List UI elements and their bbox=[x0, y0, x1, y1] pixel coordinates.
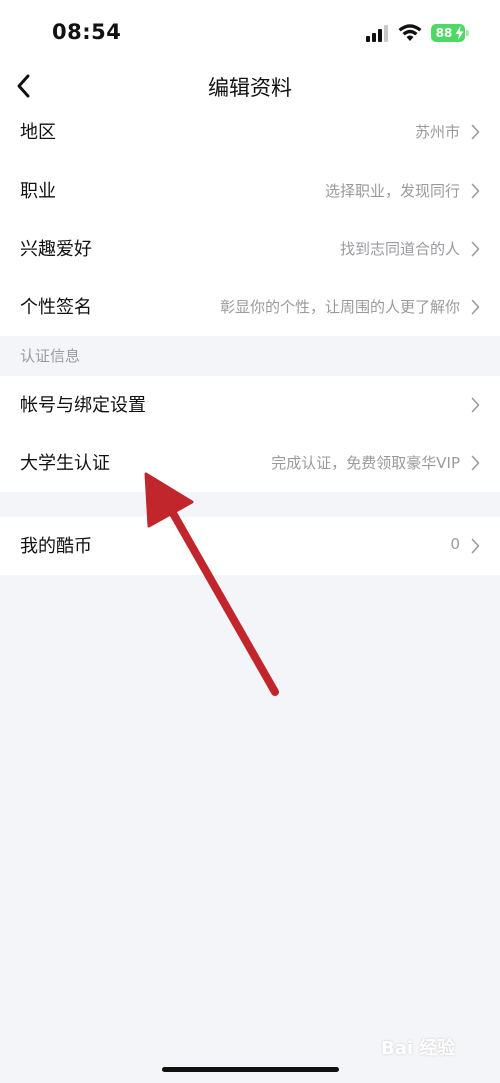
row-occupation[interactable]: 职业 选择职业，发现同行 bbox=[0, 162, 500, 220]
status-bar: 08:54 88 bbox=[0, 0, 500, 66]
battery-level: 88 bbox=[435, 26, 453, 40]
auth-info-group: 帐号与绑定设置 大学生认证 完成认证，免费领取豪华VIP bbox=[0, 376, 500, 492]
row-label: 地区 bbox=[20, 122, 56, 143]
row-account-binding[interactable]: 帐号与绑定设置 bbox=[0, 376, 500, 434]
battery-icon: 88 bbox=[431, 24, 465, 42]
home-indicator[interactable] bbox=[162, 1067, 339, 1072]
nav-bar: 编辑资料 bbox=[0, 66, 500, 106]
battery-cap bbox=[466, 30, 469, 36]
section-title: 认证信息 bbox=[20, 347, 81, 365]
row-label: 大学生认证 bbox=[20, 453, 110, 474]
chevron-right-icon bbox=[471, 299, 480, 315]
row-label: 我的酷币 bbox=[20, 536, 92, 557]
coins-group: 我的酷币 0 bbox=[0, 517, 500, 575]
wifi-icon bbox=[398, 24, 422, 41]
charging-bolt-icon bbox=[455, 26, 464, 40]
chevron-right-icon bbox=[471, 397, 480, 413]
row-label: 兴趣爱好 bbox=[20, 239, 92, 260]
row-signature[interactable]: 个性签名 彰显你的个性，让周围的人更了解你 bbox=[0, 278, 500, 336]
chevron-right-icon bbox=[471, 183, 480, 199]
row-value: 苏州市 bbox=[414, 123, 460, 141]
row-value: 0 bbox=[450, 535, 460, 553]
chevron-right-icon bbox=[471, 124, 480, 140]
row-interests[interactable]: 兴趣爱好 找到志同道合的人 bbox=[0, 220, 500, 278]
watermark: Bai 经验 bbox=[381, 1038, 456, 1059]
row-label: 个性签名 bbox=[20, 297, 92, 318]
page-title: 编辑资料 bbox=[208, 76, 292, 100]
profile-info-group: 地区 苏州市 职业 选择职业，发现同行 兴趣爱好 找到志同道合的人 个性签名 彰… bbox=[0, 106, 500, 336]
edit-profile-screen: 08:54 88 编辑资料 地区 苏州市 职业 选择职业，发现同行 兴趣爱好 找… bbox=[0, 0, 500, 1083]
row-value: 彰显你的个性，让周围的人更了解你 bbox=[219, 298, 460, 316]
row-label: 帐号与绑定设置 bbox=[20, 395, 146, 416]
chevron-right-icon bbox=[471, 538, 480, 554]
chevron-right-icon bbox=[471, 455, 480, 471]
chevron-right-icon bbox=[471, 241, 480, 257]
row-value: 完成认证，免费领取豪华VIP bbox=[271, 454, 460, 472]
row-my-coins[interactable]: 我的酷币 0 bbox=[0, 517, 500, 575]
row-value: 选择职业，发现同行 bbox=[324, 182, 460, 200]
row-region[interactable]: 地区 苏州市 bbox=[0, 106, 500, 162]
section-header-auth: 认证信息 bbox=[0, 336, 500, 376]
row-student-verification[interactable]: 大学生认证 完成认证，免费领取豪华VIP bbox=[0, 434, 500, 492]
status-time: 08:54 bbox=[52, 20, 122, 44]
row-value: 找到志同道合的人 bbox=[339, 240, 460, 258]
row-label: 职业 bbox=[20, 181, 56, 202]
cellular-signal-icon bbox=[366, 25, 388, 42]
